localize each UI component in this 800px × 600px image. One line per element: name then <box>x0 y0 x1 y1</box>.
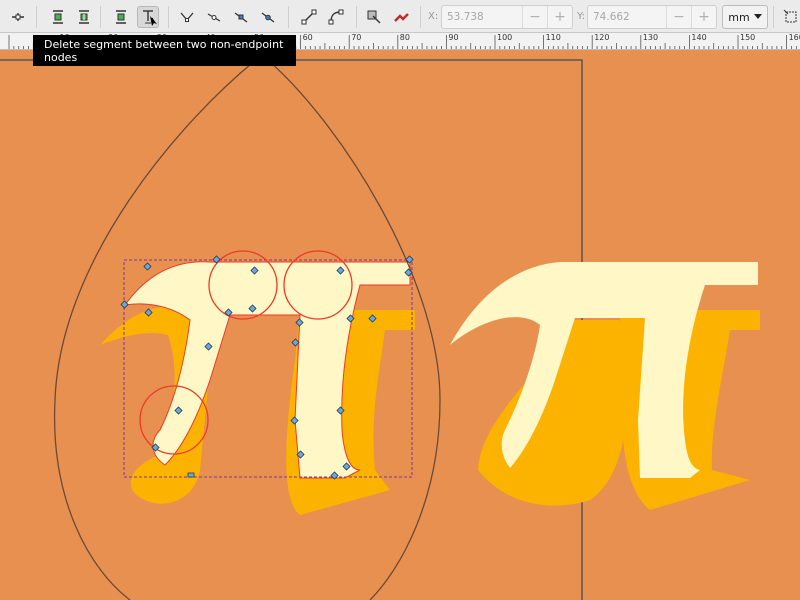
toolbar-separator <box>288 6 289 28</box>
ruler-label: 100 <box>497 33 513 42</box>
segment-to-curve-button[interactable] <box>325 6 347 28</box>
join-selected-nodes-icon <box>53 10 63 24</box>
toolbar-separator <box>356 6 357 28</box>
ruler-label: 120 <box>594 33 610 42</box>
y-decrement-button[interactable]: − <box>666 6 691 28</box>
make-smooth-button[interactable] <box>203 6 225 28</box>
canvas-drawing <box>0 54 760 600</box>
ruler-label: 140 <box>691 33 707 42</box>
segment-to-line-icon <box>301 9 317 25</box>
drawing-canvas[interactable] <box>0 50 800 600</box>
unit-dropdown[interactable]: mm <box>722 5 768 29</box>
y-increment-button[interactable]: + <box>691 6 716 28</box>
delete-segment-button[interactable] <box>137 6 159 28</box>
ruler-label: 90 <box>448 33 459 42</box>
join-segment-button[interactable] <box>110 6 132 28</box>
chevron-down-icon <box>753 14 762 19</box>
insert-node-button[interactable] <box>7 6 29 28</box>
ruler-label: 130 <box>642 33 659 42</box>
show-transform-handles-button[interactable] <box>780 6 800 28</box>
make-cusp-button[interactable] <box>176 6 198 28</box>
join-nodes-button[interactable] <box>47 6 69 28</box>
join-endnodes-segment-icon <box>116 10 126 24</box>
insert-node-icon <box>12 13 24 21</box>
toolbar-separator <box>420 6 421 28</box>
make-cusp-icon <box>180 12 194 22</box>
object-to-path-icon <box>367 10 381 24</box>
break-path-button[interactable] <box>73 6 95 28</box>
tooltip: Delete segment between two non-endpoint … <box>33 35 296 66</box>
y-label: Y: <box>577 11 586 22</box>
ruler-label: 80 <box>399 33 410 42</box>
make-symmetric-button[interactable] <box>230 6 252 28</box>
ruler-label: 160 <box>788 33 800 42</box>
toolbar-separator <box>168 6 169 28</box>
break-path-icon <box>79 10 89 24</box>
ruler-label: 60 <box>302 33 313 42</box>
y-input[interactable]: 74.662 <box>588 11 666 23</box>
unit-value: mm <box>728 10 750 24</box>
ruler-label: 150 <box>740 33 756 42</box>
segment-to-curve-icon <box>328 9 344 25</box>
make-smooth-icon <box>207 13 221 22</box>
x-label: X: <box>428 11 439 22</box>
x-spinbox[interactable]: 53.738 − + <box>441 5 573 29</box>
make-auto-smooth-button[interactable] <box>257 6 279 28</box>
toolbar-separator <box>773 6 774 28</box>
ruler-label: 70 <box>351 33 362 42</box>
x-input[interactable]: 53.738 <box>442 11 522 23</box>
ruler-label: 110 <box>545 33 561 42</box>
toolbar-separator <box>100 6 101 28</box>
delete-segment-icon <box>143 10 157 26</box>
page-border <box>0 59 583 600</box>
y-spinbox[interactable]: 74.662 − + <box>587 5 717 29</box>
object-to-path-button[interactable] <box>363 6 385 28</box>
tooltip-text: Delete segment between two non-endpoint … <box>44 37 284 64</box>
stroke-to-path-button[interactable] <box>390 6 412 28</box>
transform-handles-icon <box>783 9 797 23</box>
x-increment-button[interactable]: + <box>547 6 572 28</box>
segment-to-line-button[interactable] <box>298 6 320 28</box>
stroke-to-path-icon <box>394 13 409 22</box>
x-decrement-button[interactable]: − <box>522 6 547 28</box>
toolbar-separator <box>36 6 37 28</box>
make-auto-smooth-icon <box>261 12 275 23</box>
node-toolbar: X: 53.738 − + Y: 74.662 − + mm <box>0 0 800 33</box>
make-symmetric-icon <box>234 12 248 23</box>
